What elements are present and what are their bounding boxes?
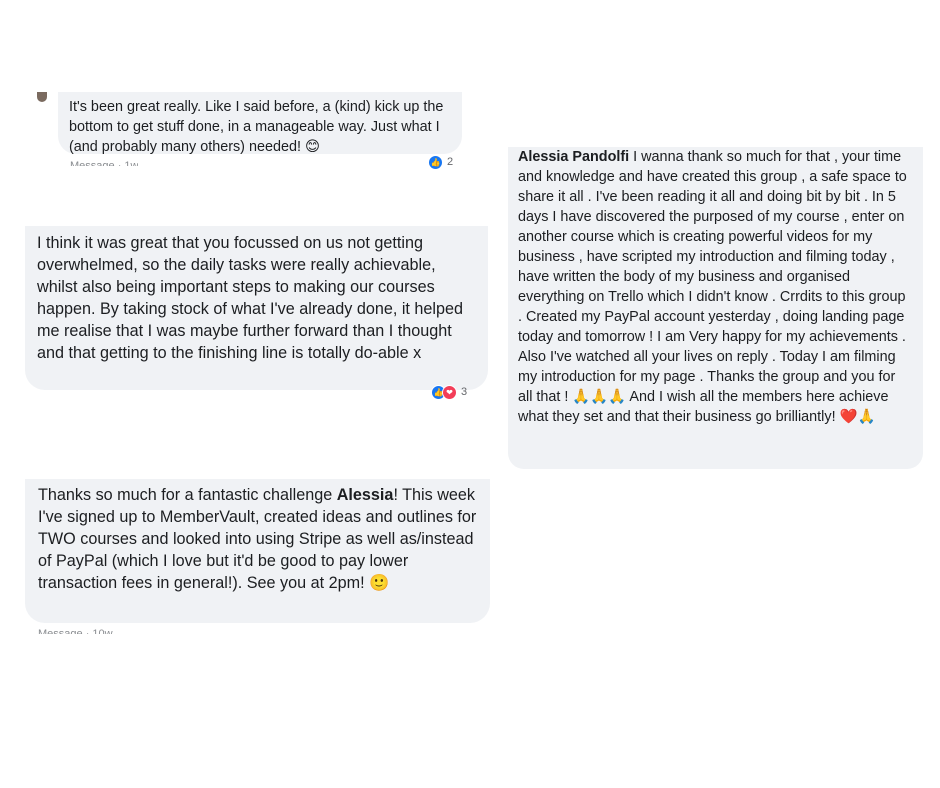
comment-text: Alessia Pandolfi I wanna thank so much f… <box>518 147 913 427</box>
comment-bubble-4: Alessia Pandolfi I wanna thank so much f… <box>508 147 923 469</box>
love-icon: ❤ <box>442 384 457 400</box>
comments-collage: It's been great really. Like I said befo… <box>0 0 940 788</box>
reaction-count: 3 <box>461 386 468 398</box>
comment-text-before: Thanks so much for a fantastic challenge <box>38 486 337 504</box>
comment-meta-3: Message · 10w <box>38 628 113 634</box>
comment-text: Thanks so much for a fantastic challenge… <box>38 484 478 594</box>
like-icon: 👍 <box>428 154 443 170</box>
reaction-summary-1[interactable]: 👍 2 <box>428 154 454 170</box>
reaction-count: 2 <box>447 156 454 168</box>
comment-meta-1: Message · 1w <box>70 160 139 166</box>
comment-text: It's been great really. Like I said befo… <box>69 99 444 155</box>
comment-bubble-2: I think it was great that you focussed o… <box>25 226 488 390</box>
reaction-summary-2[interactable]: 👍 ❤ 3 <box>431 384 468 400</box>
author-name[interactable]: Alessia Pandolfi <box>518 149 629 165</box>
avatar[interactable] <box>37 92 47 102</box>
mention-name[interactable]: Alessia <box>337 486 394 504</box>
comment-bubble-1: It's been great really. Like I said befo… <box>37 92 462 155</box>
comment-text: I think it was great that you focussed o… <box>37 234 464 362</box>
comment-body: I wanna thank so much for that , your ti… <box>518 149 907 425</box>
comment-bubble-3: Thanks so much for a fantastic challenge… <box>25 479 490 623</box>
